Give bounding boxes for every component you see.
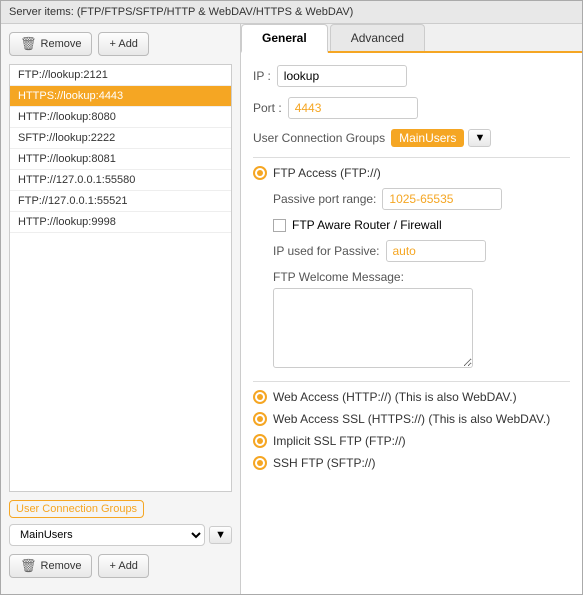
main-window: Server items: (FTP/FTPS/SFTP/HTTP & WebD…: [0, 0, 583, 595]
add-group-button[interactable]: + Add: [98, 554, 148, 578]
remove-server-button[interactable]: 🗑 Remove: [9, 32, 92, 56]
window-title: Server items: (FTP/FTPS/SFTP/HTTP & WebD…: [9, 6, 353, 18]
ip-passive-input[interactable]: [386, 240, 486, 262]
welcome-message-textarea[interactable]: [273, 288, 473, 368]
tab-advanced[interactable]: Advanced: [330, 24, 425, 51]
user-group-row: MainUsers ▼: [9, 524, 232, 546]
tab-content-general: IP : Port : User Connection Groups MainU…: [241, 53, 582, 594]
ucg-label: User Connection Groups: [253, 131, 385, 145]
ucg-arrow-button[interactable]: ▼: [468, 129, 491, 147]
user-connection-groups-label: User Connection Groups: [9, 500, 144, 518]
tab-bar: General Advanced: [241, 24, 582, 53]
trash-icon-bottom: 🗑: [20, 558, 37, 574]
server-item[interactable]: FTP://127.0.0.1:55521: [10, 191, 231, 212]
ssh-ftp-radio[interactable]: [253, 456, 267, 470]
remove-group-button[interactable]: 🗑 Remove: [9, 554, 92, 578]
ftp-aware-label: FTP Aware Router / Firewall: [292, 218, 442, 232]
web-access-radio-dot: [257, 394, 263, 400]
implicit-ssl-row: Implicit SSL FTP (FTP://): [253, 434, 570, 448]
server-item[interactable]: SFTP://lookup:2222: [10, 128, 231, 149]
ip-passive-row: IP used for Passive:: [273, 240, 570, 262]
ftp-radio[interactable]: [253, 166, 267, 180]
top-action-buttons: 🗑 Remove + Add: [9, 32, 232, 56]
implicit-ssl-label: Implicit SSL FTP (FTP://): [273, 434, 406, 448]
right-panel: General Advanced IP : Port :: [241, 24, 582, 594]
passive-port-input[interactable]: [382, 188, 502, 210]
welcome-label: FTP Welcome Message:: [273, 270, 570, 284]
add-server-button[interactable]: + Add: [98, 32, 148, 56]
passive-port-row: Passive port range:: [273, 188, 570, 210]
web-access-radio[interactable]: [253, 390, 267, 404]
server-list: FTP://lookup:2121 HTTPS://lookup:4443 HT…: [9, 64, 232, 492]
ssh-ftp-row: SSH FTP (SFTP://): [253, 456, 570, 470]
port-row: Port :: [253, 97, 570, 119]
port-label: Port :: [253, 101, 282, 115]
server-item[interactable]: HTTP://lookup:9998: [10, 212, 231, 233]
divider-2: [253, 381, 570, 382]
ucg-badge: MainUsers: [391, 129, 464, 147]
ucg-row: User Connection Groups MainUsers ▼: [253, 129, 570, 147]
server-item[interactable]: HTTP://lookup:8081: [10, 149, 231, 170]
port-input[interactable]: [288, 97, 418, 119]
implicit-ssl-radio[interactable]: [253, 434, 267, 448]
web-access-ssl-radio-dot: [257, 416, 263, 422]
implicit-ssl-radio-dot: [257, 438, 263, 444]
web-access-ssl-radio[interactable]: [253, 412, 267, 426]
ip-label: IP :: [253, 69, 271, 83]
ftp-aware-checkbox[interactable]: [273, 219, 286, 232]
user-group-arrow-button[interactable]: ▼: [209, 526, 232, 544]
ssh-ftp-label: SSH FTP (SFTP://): [273, 456, 375, 470]
welcome-section: FTP Welcome Message:: [273, 270, 570, 371]
server-item[interactable]: FTP://lookup:2121: [10, 65, 231, 86]
ftp-radio-dot: [257, 170, 263, 176]
ip-row: IP :: [253, 65, 570, 87]
passive-port-label: Passive port range:: [273, 192, 376, 206]
left-panel: 🗑 Remove + Add FTP://lookup:2121 HTTPS:/…: [1, 24, 241, 594]
ip-passive-label: IP used for Passive:: [273, 244, 380, 258]
trash-icon: 🗑: [20, 36, 37, 52]
ftp-aware-row: FTP Aware Router / Firewall: [273, 218, 570, 232]
tab-general[interactable]: General: [241, 24, 328, 53]
server-item-selected[interactable]: HTTPS://lookup:4443: [10, 86, 231, 107]
web-access-ssl-label: Web Access SSL (HTTPS://) (This is also …: [273, 412, 550, 426]
ftp-section: Passive port range: FTP Aware Router / F…: [273, 188, 570, 371]
server-item[interactable]: HTTP://lookup:8080: [10, 107, 231, 128]
ip-input[interactable]: [277, 65, 407, 87]
web-access-label: Web Access (HTTP://) (This is also WebDA…: [273, 390, 517, 404]
divider-1: [253, 157, 570, 158]
ftp-access-row: FTP Access (FTP://): [253, 166, 570, 180]
main-content: 🗑 Remove + Add FTP://lookup:2121 HTTPS:/…: [1, 24, 582, 594]
bottom-action-buttons: 🗑 Remove + Add: [9, 554, 232, 578]
ftp-access-label: FTP Access (FTP://): [273, 166, 381, 180]
user-group-select[interactable]: MainUsers: [9, 524, 205, 546]
web-access-row: Web Access (HTTP://) (This is also WebDA…: [253, 390, 570, 404]
server-item[interactable]: HTTP://127.0.0.1:55580: [10, 170, 231, 191]
ssh-ftp-radio-dot: [257, 460, 263, 466]
title-bar: Server items: (FTP/FTPS/SFTP/HTTP & WebD…: [1, 1, 582, 24]
web-access-ssl-row: Web Access SSL (HTTPS://) (This is also …: [253, 412, 570, 426]
